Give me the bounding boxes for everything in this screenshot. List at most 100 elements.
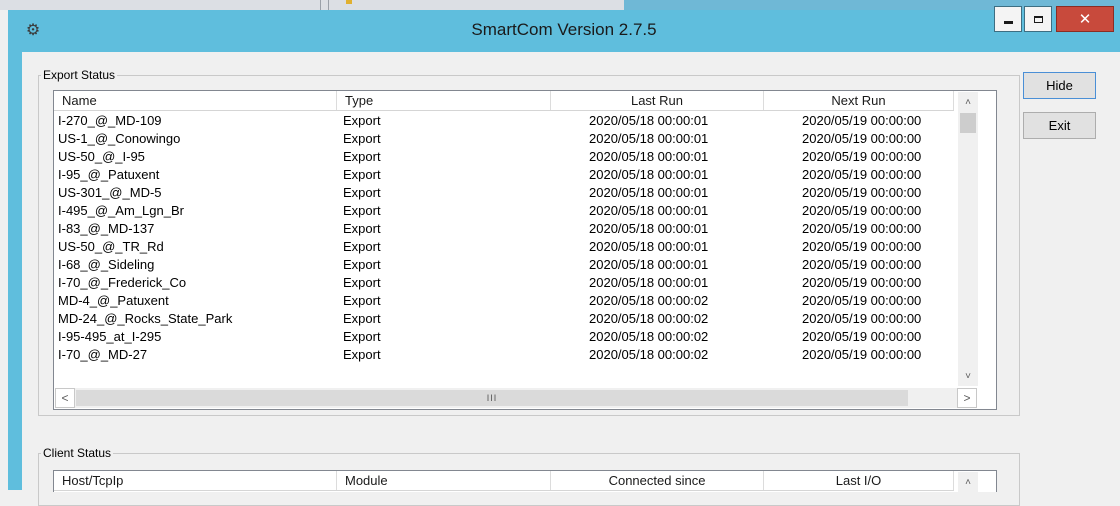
cell-next-run: 2020/05/19 00:00:00: [802, 185, 922, 200]
column-header-type[interactable]: Type: [337, 91, 551, 110]
cell-next-run: 2020/05/19 00:00:00: [802, 131, 922, 146]
column-header-name[interactable]: Name: [54, 91, 337, 110]
column-header-module[interactable]: Module: [337, 471, 551, 490]
cell-type: Export: [343, 167, 381, 182]
maximize-icon: [1033, 15, 1043, 23]
cell-type: Export: [343, 131, 381, 146]
table-row[interactable]: I-495_@_Am_Lgn_Br Export 2020/05/18 00:00:…: [54, 202, 954, 220]
table-row[interactable]: MD-24_@_Rocks_State_Park Export 2020/05/18…: [54, 310, 954, 328]
scroll-right-icon[interactable]: >: [957, 388, 977, 408]
background-window-strip: [0, 0, 1120, 10]
column-header-last-io[interactable]: Last I/O: [764, 471, 954, 490]
exit-button[interactable]: Exit: [1023, 112, 1096, 139]
close-button[interactable]: ✕: [1056, 6, 1114, 32]
cell-type: Export: [343, 185, 381, 200]
table-row[interactable]: I-68_@_Sideling Export 2020/05/18 00:00:01…: [54, 256, 954, 274]
cell-last-run: 2020/05/18 00:00:01: [589, 257, 709, 272]
table-row[interactable]: US-301_@_MD-5 Export 2020/05/18 00:00:01 20…: [54, 184, 954, 202]
column-header-next-run[interactable]: Next Run: [764, 91, 954, 110]
scroll-thumb[interactable]: [960, 113, 976, 133]
scroll-up-icon[interactable]: ˄: [958, 92, 978, 112]
cell-last-run: 2020/05/18 00:00:02: [589, 293, 709, 308]
cell-next-run: 2020/05/19 00:00:00: [802, 113, 922, 128]
cell-next-run: 2020/05/19 00:00:00: [802, 311, 922, 326]
table-row[interactable]: US-50_@_TR_Rd Export 2020/05/18 00:00:01 20…: [54, 238, 954, 256]
export-rows: I-270_@_MD-109 Export 2020/05/18 00:00:01 2…: [54, 112, 954, 364]
background-folder-icon: [346, 0, 352, 4]
cell-name: US-301_@_MD-5: [58, 185, 162, 200]
vertical-scrollbar[interactable]: ˄: [958, 472, 978, 492]
cell-next-run: 2020/05/19 00:00:00: [802, 275, 922, 290]
cell-last-run: 2020/05/18 00:00:02: [589, 347, 709, 362]
cell-next-run: 2020/05/19 00:00:00: [802, 239, 922, 254]
table-row[interactable]: I-70_@_MD-27 Export 2020/05/18 00:00:02 202…: [54, 346, 954, 364]
table-row[interactable]: I-83_@_MD-137 Export 2020/05/18 00:00:01 20…: [54, 220, 954, 238]
cell-last-run: 2020/05/18 00:00:01: [589, 167, 709, 182]
cell-next-run: 2020/05/19 00:00:00: [802, 293, 922, 308]
cell-last-run: 2020/05/18 00:00:01: [589, 113, 709, 128]
cell-name: I-95_@_Patuxent: [58, 167, 160, 182]
vertical-scrollbar[interactable]: ˄ ˅: [958, 92, 978, 386]
hide-button[interactable]: Hide: [1023, 72, 1096, 99]
scroll-left-icon[interactable]: <: [55, 388, 75, 408]
export-list-header: Name Type Last Run Next Run: [54, 91, 954, 111]
dialog-client-area: Export Status Name Type Last Run Next Ru…: [22, 52, 1120, 506]
export-status-list[interactable]: Name Type Last Run Next Run I-270_@_MD-1…: [53, 90, 997, 410]
cell-type: Export: [343, 329, 381, 344]
cell-name: I-70_@_MD-27: [58, 347, 148, 362]
minimize-icon: [1003, 20, 1013, 24]
cell-next-run: 2020/05/19 00:00:00: [802, 329, 922, 344]
cell-last-run: 2020/05/18 00:00:01: [589, 275, 709, 290]
cell-name: MD-4_@_Patuxent: [58, 293, 169, 308]
scroll-up-icon[interactable]: ˄: [958, 472, 978, 492]
cell-type: Export: [343, 203, 381, 218]
window-title: SmartCom Version 2.7.5: [471, 20, 657, 39]
table-row[interactable]: I-270_@_MD-109 Export 2020/05/18 00:00:01 2…: [54, 112, 954, 130]
cell-last-run: 2020/05/18 00:00:01: [589, 149, 709, 164]
cell-last-run: 2020/05/18 00:00:02: [589, 329, 709, 344]
column-header-connected-since[interactable]: Connected since: [551, 471, 764, 490]
cell-name: I-83_@_MD-137: [58, 221, 155, 236]
cell-type: Export: [343, 239, 381, 254]
cell-name: I-68_@_Sideling: [58, 257, 155, 272]
cell-type: Export: [343, 347, 381, 362]
table-row[interactable]: MD-4_@_Patuxent Export 2020/05/18 00:00:02…: [54, 292, 954, 310]
horizontal-scrollbar[interactable]: < III >: [55, 388, 977, 408]
cell-last-run: 2020/05/18 00:00:01: [589, 131, 709, 146]
cell-type: Export: [343, 221, 381, 236]
table-row[interactable]: I-70_@_Frederick_Co Export 2020/05/18 00:0…: [54, 274, 954, 292]
cell-type: Export: [343, 257, 381, 272]
column-header-host[interactable]: Host/TcpIp: [54, 471, 337, 490]
smartcom-window: ⚙ SmartCom Version 2.7.5 ✕ Export Status…: [8, 6, 1120, 506]
cell-last-run: 2020/05/18 00:00:01: [589, 239, 709, 254]
cell-name: I-70_@_Frederick_Co: [58, 275, 187, 290]
table-row[interactable]: I-95_@_Patuxent Export 2020/05/18 00:00:01…: [54, 166, 954, 184]
table-row[interactable]: I-95-495_at_I-295 Export 2020/05/18 00:00:…: [54, 328, 954, 346]
cell-last-run: 2020/05/18 00:00:01: [589, 221, 709, 236]
cell-next-run: 2020/05/19 00:00:00: [802, 149, 922, 164]
client-status-list[interactable]: Host/TcpIp Module Connected since Last I…: [53, 470, 997, 492]
cell-name: I-95-495_at_I-295: [58, 329, 162, 344]
client-status-legend: Client Status: [43, 446, 112, 460]
cell-next-run: 2020/05/19 00:00:00: [802, 167, 922, 182]
maximize-button[interactable]: [1024, 6, 1052, 32]
cell-next-run: 2020/05/19 00:00:00: [802, 347, 922, 362]
scroll-down-icon[interactable]: ˅: [958, 366, 978, 386]
cell-type: Export: [343, 149, 381, 164]
cell-next-run: 2020/05/19 00:00:00: [802, 257, 922, 272]
export-status-legend: Export Status: [43, 68, 116, 82]
cell-next-run: 2020/05/19 00:00:00: [802, 203, 922, 218]
scroll-grip: III: [486, 393, 498, 403]
cell-name: US-50_@_TR_Rd: [58, 239, 164, 254]
background-divider: [328, 0, 329, 10]
minimize-button[interactable]: [994, 6, 1022, 32]
cell-last-run: 2020/05/18 00:00:01: [589, 185, 709, 200]
table-row[interactable]: US-50_@_I-95 Export 2020/05/18 00:00:01 202…: [54, 148, 954, 166]
cell-name: MD-24_@_Rocks_State_Park: [58, 311, 233, 326]
title-bar[interactable]: ⚙ SmartCom Version 2.7.5 ✕: [8, 6, 1120, 52]
horizontal-scroll-thumb[interactable]: III: [76, 390, 908, 406]
column-header-last-run[interactable]: Last Run: [551, 91, 764, 110]
table-row[interactable]: US-1_@_Conowingo Export 2020/05/18 00:00:0…: [54, 130, 954, 148]
background-divider: [320, 0, 321, 10]
cell-name: US-1_@_Conowingo: [58, 131, 181, 146]
